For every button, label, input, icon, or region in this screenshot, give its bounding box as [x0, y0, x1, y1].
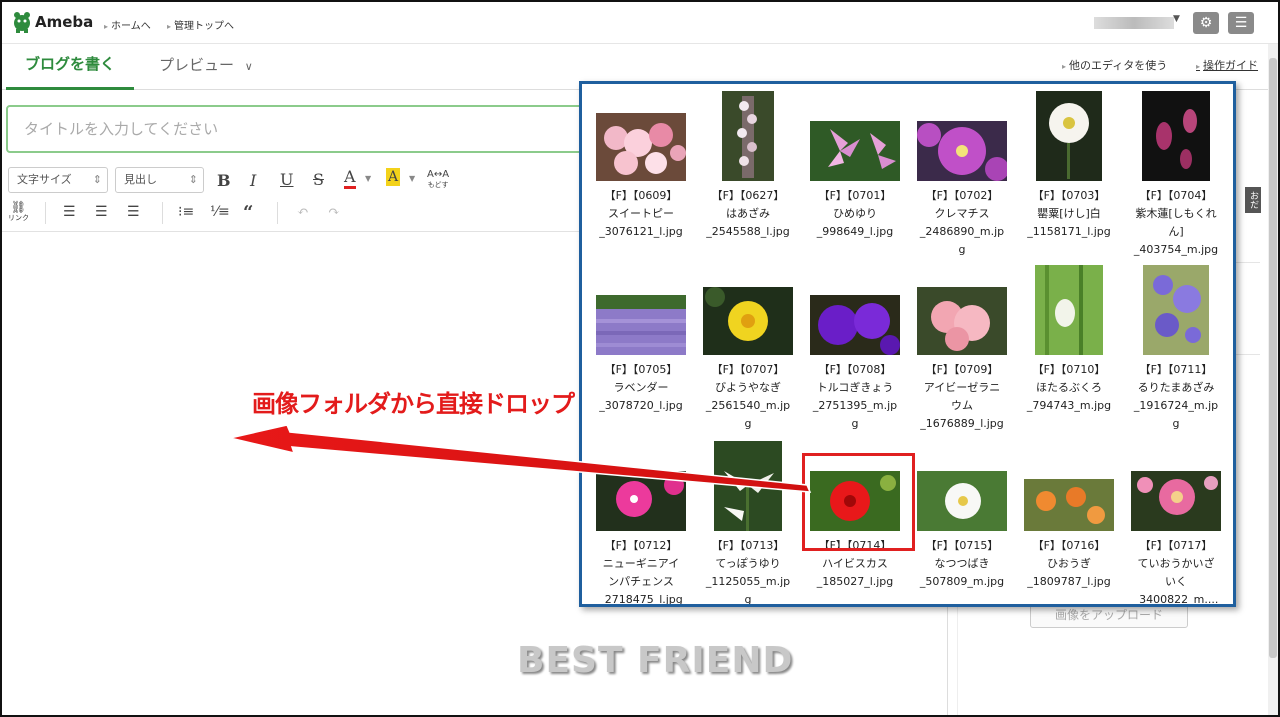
drop-annotation: 画像フォルダから直接ドロップ: [252, 390, 575, 418]
drag-arrow-icon: [229, 424, 812, 493]
app-window: Ameba ホームへ 管理トップへ ▼ ⚙ ☰ ブログを書く プレビュー ∨ 他…: [0, 0, 1280, 717]
